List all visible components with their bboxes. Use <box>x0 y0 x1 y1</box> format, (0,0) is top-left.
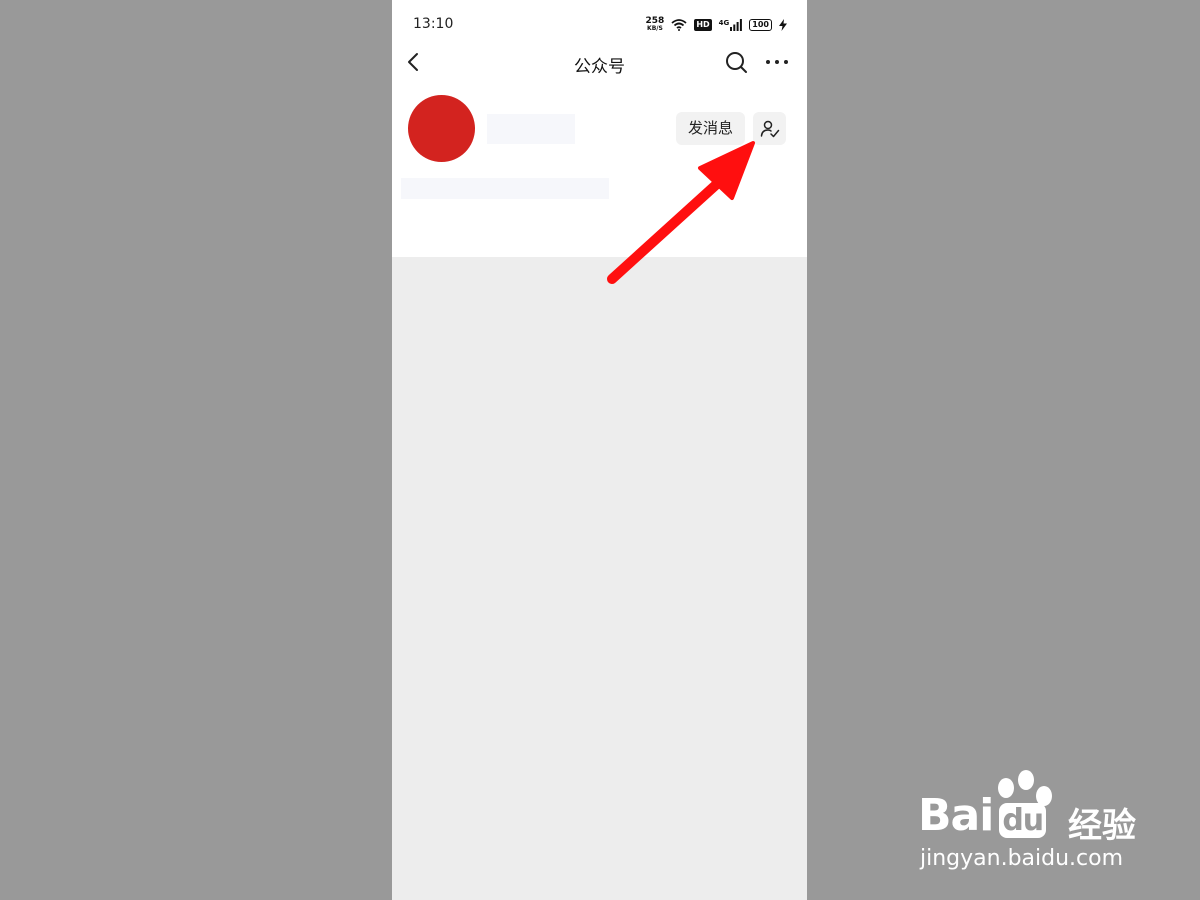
send-message-button[interactable]: 发消息 <box>676 112 745 145</box>
network-speed-unit: KB/S <box>647 25 663 32</box>
watermark-brand: Bai du <box>918 790 1047 841</box>
more-dots-icon[interactable] <box>764 52 790 72</box>
watermark-product: 经验 <box>1068 806 1136 846</box>
signature-icon <box>760 120 779 137</box>
network-speed-value: 258 <box>645 16 665 26</box>
follow-signature-button[interactable] <box>753 112 786 145</box>
status-icons: 258 KB/S HD 4G 100 <box>646 16 787 34</box>
network-speed: 258 KB/S <box>645 16 665 33</box>
account-avatar[interactable] <box>408 95 475 162</box>
phone-screen: 13:10 258 KB/S HD 4G 100 公众号 发消息 <box>392 0 807 900</box>
watermark-brand-du: du <box>999 803 1047 838</box>
status-time: 13:10 <box>413 16 454 32</box>
account-name-redacted <box>487 114 575 144</box>
watermark-url: jingyan.baidu.com <box>920 846 1124 871</box>
hd-badge: HD <box>694 19 712 31</box>
network-type: 4G <box>718 19 730 27</box>
battery-level: 100 <box>749 19 772 31</box>
account-description-redacted <box>401 178 609 199</box>
watermark-brand-bai: Bai <box>918 790 994 841</box>
wifi-icon <box>671 19 687 31</box>
search-icon[interactable] <box>724 50 748 74</box>
baidu-jingyan-watermark: Bai du 经验 jingyan.baidu.com <box>918 770 1148 880</box>
signal-bars-icon <box>730 19 743 31</box>
cellular-signal: 4G <box>719 19 743 31</box>
charging-bolt-icon <box>779 19 787 31</box>
